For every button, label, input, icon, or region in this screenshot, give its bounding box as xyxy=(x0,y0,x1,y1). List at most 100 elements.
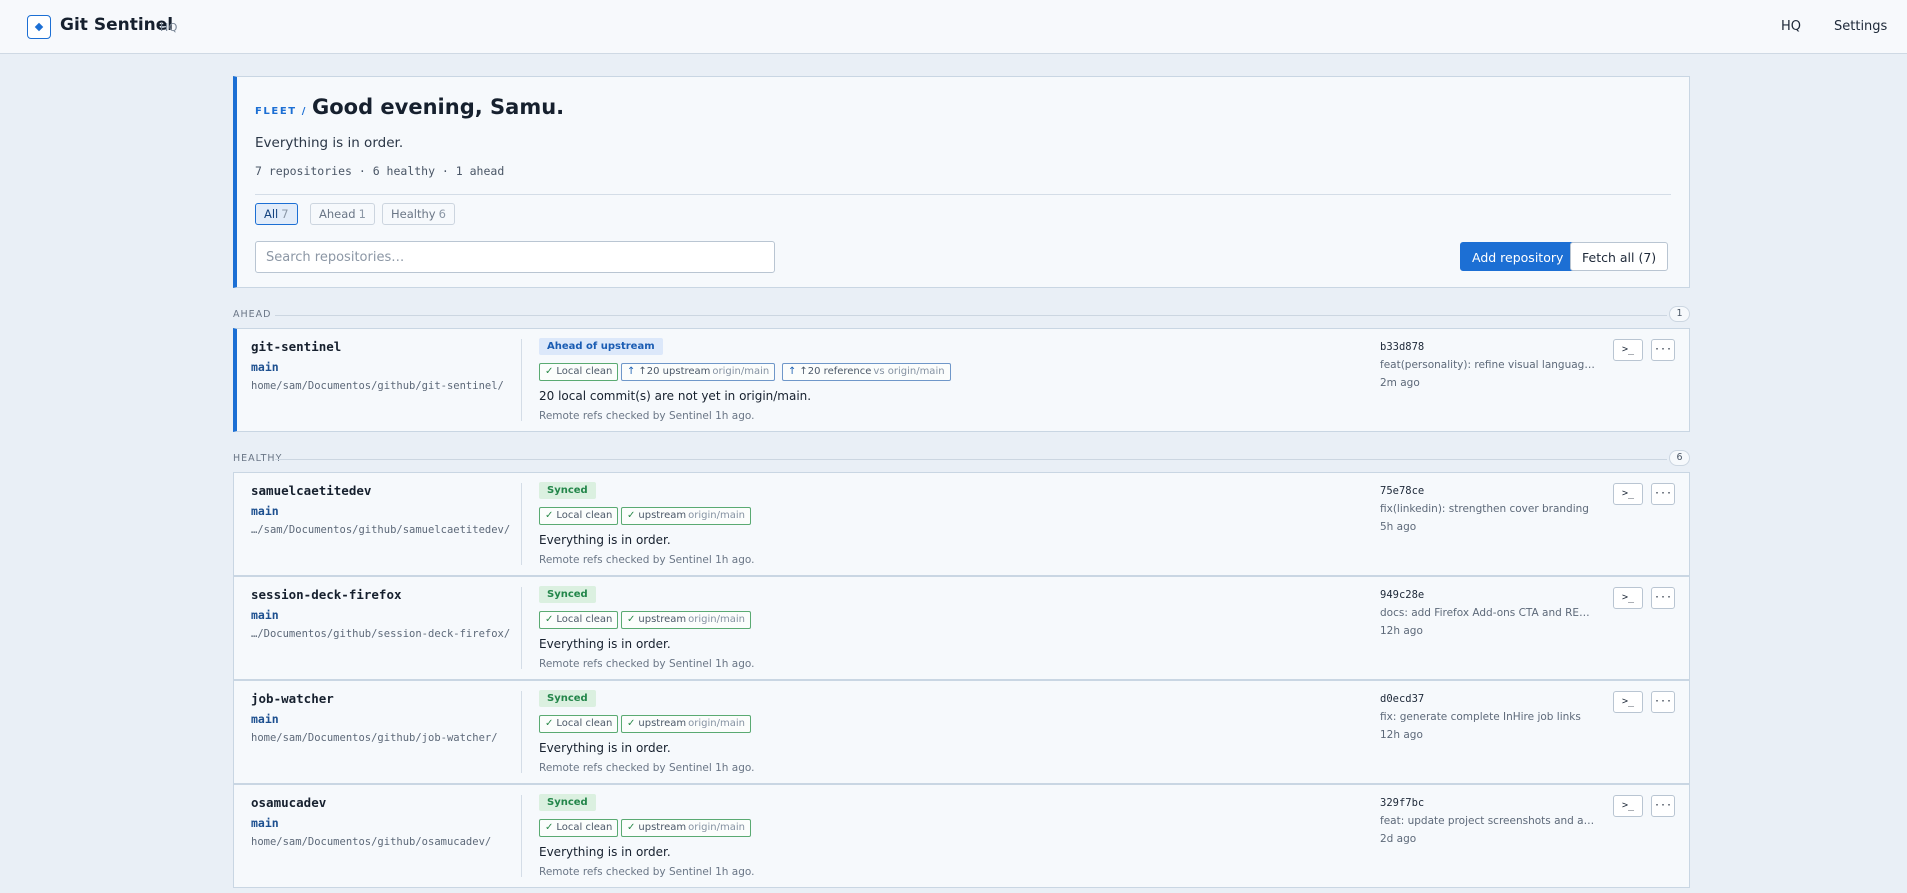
chip-label: upstream xyxy=(638,718,687,729)
add-repository-button[interactable]: Add repository xyxy=(1460,242,1576,271)
chip-label: upstream xyxy=(638,614,687,625)
commit-sha: d0ecd37 xyxy=(1380,693,1425,705)
repo-branch: main xyxy=(251,360,279,374)
divider xyxy=(521,339,522,421)
terminal-icon[interactable]: >_ xyxy=(1613,691,1643,713)
commit-time: 2d ago xyxy=(1380,833,1417,845)
check-icon: ✓ xyxy=(545,614,554,625)
upstream-chip: ↑ ↑20 upstream origin/main xyxy=(621,363,776,381)
commit-message: docs: add Firefox Add-ons CTA and READ… xyxy=(1380,607,1595,619)
filter-label: All xyxy=(264,207,279,221)
repo-name: osamucadev xyxy=(251,795,327,810)
more-icon[interactable]: ··· xyxy=(1651,339,1675,361)
repo-path: …/Documentos/github/session-deck-firefox… xyxy=(251,628,511,640)
fleet-stats: 7 repositories · 6 healthy · 1 ahead xyxy=(255,164,505,178)
check-icon: ✓ xyxy=(627,614,636,625)
check-icon: ✓ xyxy=(627,510,636,521)
fetch-all-button[interactable]: Fetch all (7) xyxy=(1570,242,1669,271)
upstream-chip: ✓ upstream origin/main xyxy=(621,715,751,733)
check-icon: ✓ xyxy=(545,822,554,833)
status-badge: Synced xyxy=(539,586,596,603)
chip-label: Local clean xyxy=(556,510,613,521)
terminal-icon[interactable]: >_ xyxy=(1613,795,1643,817)
commit-time: 12h ago xyxy=(1380,625,1423,637)
commit-message: fix(linkedin): strengthen cover branding xyxy=(1380,503,1589,515)
repo-path: home/sam/Documentos/github/osamucadev/ xyxy=(251,836,492,848)
divider xyxy=(255,194,1671,195)
chip-label: Local clean xyxy=(556,822,613,833)
commit-message: fix: generate complete InHire job links xyxy=(1380,711,1581,723)
local-clean-chip: ✓ Local clean xyxy=(539,611,619,629)
repo-card[interactable]: osamucadev main home/sam/Documentos/gith… xyxy=(233,784,1690,888)
repo-card[interactable]: git-sentinel main home/sam/Documentos/gi… xyxy=(233,328,1690,432)
repo-message: 20 local commit(s) are not yet in origin… xyxy=(539,389,812,403)
repo-path: home/sam/Documentos/github/job-watcher/ xyxy=(251,732,498,744)
nav-hq[interactable]: HQ xyxy=(1781,19,1801,34)
remote-check-text: Remote refs checked by Sentinel 1h ago. xyxy=(539,410,755,422)
status-badge: Synced xyxy=(539,794,596,811)
chip-sub: origin/main xyxy=(688,510,745,521)
diamond-logo-icon xyxy=(27,15,51,39)
terminal-icon[interactable]: >_ xyxy=(1613,587,1643,609)
remote-check-text: Remote refs checked by Sentinel 1h ago. xyxy=(539,866,755,878)
commit-sha: 329f7bc xyxy=(1380,797,1425,809)
filter-count: 7 xyxy=(281,207,289,221)
check-icon: ✓ xyxy=(545,718,554,729)
chip-sub: origin/main xyxy=(688,718,745,729)
search-input[interactable] xyxy=(255,241,775,273)
upstream-chip: ✓ upstream origin/main xyxy=(621,819,751,837)
chip-label: ↑20 upstream xyxy=(638,366,711,377)
section-divider xyxy=(275,459,1667,460)
repo-path: …/sam/Documentos/github/samuelcaetitedev… xyxy=(251,524,511,536)
repo-name: samuelcaetitedev xyxy=(251,483,372,498)
page-title: Good evening, Samu. xyxy=(312,95,565,119)
terminal-icon[interactable]: >_ xyxy=(1613,483,1643,505)
remote-check-text: Remote refs checked by Sentinel 1h ago. xyxy=(539,554,755,566)
chip-label: Local clean xyxy=(556,614,613,625)
filter-healthy[interactable]: Healthy 6 xyxy=(382,203,455,225)
repo-message: Everything is in order. xyxy=(539,637,671,651)
check-icon: ✓ xyxy=(545,366,554,377)
app-title: Git Sentinel xyxy=(60,15,174,35)
chip-label: ↑20 reference xyxy=(799,366,872,377)
repo-branch: main xyxy=(251,816,279,830)
repo-card[interactable]: samuelcaetitedev main …/sam/Documentos/g… xyxy=(233,472,1690,576)
status-badge: Synced xyxy=(539,482,596,499)
upstream-chip: ✓ upstream origin/main xyxy=(621,611,751,629)
chip-label: upstream xyxy=(638,822,687,833)
nav-settings[interactable]: Settings xyxy=(1834,19,1887,34)
arrow-up-icon: ↑ xyxy=(788,366,797,377)
commit-time: 12h ago xyxy=(1380,729,1423,741)
section-divider xyxy=(275,315,1667,316)
repo-name: git-sentinel xyxy=(251,339,342,354)
repo-path: home/sam/Documentos/github/git-sentinel/ xyxy=(251,380,504,392)
filter-all[interactable]: All 7 xyxy=(255,203,298,225)
filter-ahead[interactable]: Ahead 1 xyxy=(310,203,375,225)
app-subtitle: HQ xyxy=(160,21,178,34)
commit-time: 2m ago xyxy=(1380,377,1420,389)
fleet-status: Everything is in order. xyxy=(255,135,404,151)
repo-card[interactable]: job-watcher main home/sam/Documentos/git… xyxy=(233,680,1690,784)
repo-card[interactable]: session-deck-firefox main …/Documentos/g… xyxy=(233,576,1690,680)
chip-label: upstream xyxy=(638,510,687,521)
chip-sub: origin/main xyxy=(712,366,770,377)
section-label-ahead: AHEAD xyxy=(233,309,272,320)
more-icon[interactable]: ··· xyxy=(1651,587,1675,609)
section-count-ahead: 1 xyxy=(1669,306,1690,322)
check-icon: ✓ xyxy=(545,510,554,521)
arrow-up-icon: ↑ xyxy=(627,366,636,377)
terminal-icon[interactable]: >_ xyxy=(1613,339,1643,361)
more-icon[interactable]: ··· xyxy=(1651,691,1675,713)
repo-branch: main xyxy=(251,712,279,726)
chip-label: Local clean xyxy=(556,718,613,729)
more-icon[interactable]: ··· xyxy=(1651,483,1675,505)
local-clean-chip: ✓ Local clean xyxy=(539,363,619,381)
commit-sha: b33d878 xyxy=(1380,341,1425,353)
filter-count: 6 xyxy=(438,207,446,221)
fleet-summary-panel: FLEET / Good evening, Samu. Everything i… xyxy=(233,76,1690,288)
divider xyxy=(521,483,522,565)
local-clean-chip: ✓ Local clean xyxy=(539,819,619,837)
remote-check-text: Remote refs checked by Sentinel 1h ago. xyxy=(539,658,755,670)
top-bar: Git Sentinel HQ HQ Settings xyxy=(0,0,1907,54)
more-icon[interactable]: ··· xyxy=(1651,795,1675,817)
